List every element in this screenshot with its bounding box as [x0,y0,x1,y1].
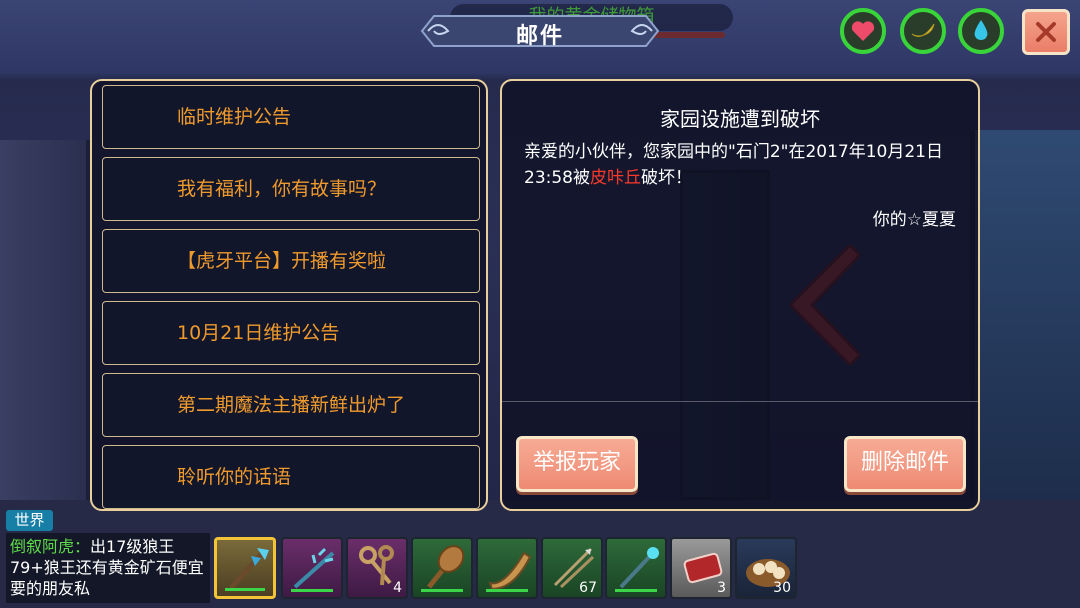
mail-list-item[interactable]: 第二期魔法主播新鲜出炉了 [102,373,480,437]
hotbar-slot[interactable]: 30 [735,537,797,599]
durability-bar [291,589,333,592]
mail-body-text: 亲爱的小伙伴，您家园中的"石门2"在2017年10月21日 23:58被 [524,142,943,188]
hotbar-slot[interactable] [411,537,473,599]
hotbar-slot[interactable] [605,537,667,599]
item-quantity: 3 [717,580,726,596]
durability-bar [486,589,528,592]
heart-icon[interactable] [840,8,886,54]
thorn-wand-icon [293,547,335,589]
durability-bar [421,589,463,592]
mail-list-item[interactable]: 10月21日维护公告 [102,301,480,365]
mail-detail-panel: 家园设施遭到破坏 亲爱的小伙伴，您家园中的"石门2"在2017年10月21日 2… [500,79,980,511]
wooden-club-icon [427,545,465,589]
divider [502,401,978,402]
scene-window [970,130,1080,510]
mail-list-item[interactable]: 【虎牙平台】开播有奖啦 [102,229,480,293]
chat-message[interactable]: 倒叙阿虎：出17级狼王79+狼王还有黄金矿石便宜要的朋友私 [6,533,210,603]
hotbar-slot[interactable] [214,537,276,599]
hotbar-slot[interactable]: 4 [346,537,408,599]
durability-bar [225,588,265,591]
page-title: 邮件 [515,24,564,49]
mail-list-item[interactable]: 聆听你的话语 [102,445,480,509]
mail-list-item[interactable]: 我有福利，你有故事吗？ [102,157,480,221]
mail-signature: 你的☆夏夏 [872,210,956,230]
item-quantity: 30 [773,580,791,596]
close-icon [1036,22,1056,42]
hotbar-slot[interactable]: 67 [541,537,603,599]
crystal-wand-icon [619,547,659,589]
delete-mail-button[interactable]: 删除邮件 [844,436,966,492]
hotbar-slot[interactable] [476,537,538,599]
banana-icon[interactable] [900,8,946,54]
report-player-button[interactable]: 举报玩家 [516,436,638,492]
mail-body-text-end: 破坏！ [641,168,692,188]
chat-sender: 倒叙阿虎： [10,537,91,556]
title-banner: 邮件 [420,12,660,50]
mail-attacker-name: 皮咔丘 [590,168,641,188]
hotbar-slot[interactable] [281,537,343,599]
scene-wall [0,140,90,520]
ice-staff-icon [229,548,269,590]
close-button[interactable] [1022,9,1070,55]
water-drop-icon[interactable] [958,8,1004,54]
item-quantity: 4 [393,580,402,596]
hotbar-slot[interactable]: 3 [670,537,732,599]
item-quantity: 67 [579,580,597,596]
mail-list-item[interactable]: 临时维护公告 [102,85,480,149]
mail-list-panel: 临时维护公告 我有福利，你有故事吗？ 【虎牙平台】开播有奖啦 10月21日维护公… [90,79,488,511]
chat-channel-tab[interactable]: 世界 [6,510,53,531]
mail-subject: 家园设施遭到破坏 [660,107,820,131]
durability-bar [615,589,657,592]
mail-body: 亲爱的小伙伴，您家园中的"石门2"在2017年10月21日 23:58被皮咔丘破… [524,139,964,191]
horn-icon [488,551,532,591]
